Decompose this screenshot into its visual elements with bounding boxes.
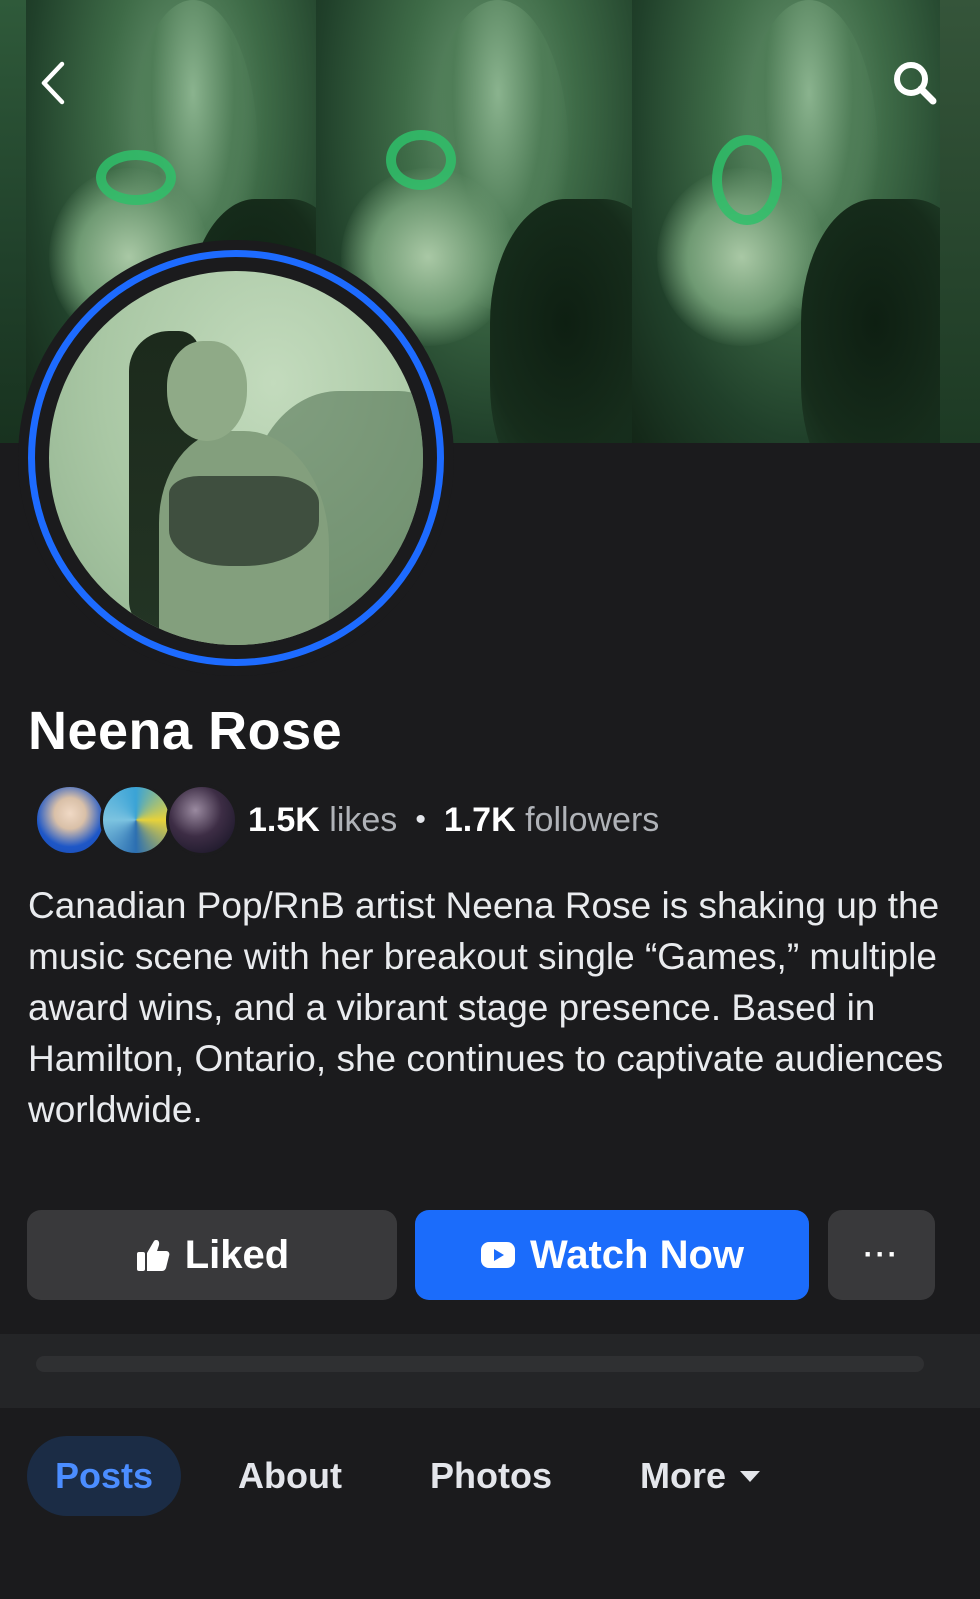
page-stats[interactable]: 1.5K likes • 1.7K followers [34,782,659,858]
section-divider [0,1334,980,1408]
stats-text: 1.5K likes • 1.7K followers [248,801,659,840]
caret-down-icon [740,1470,761,1482]
page-title: Neena Rose [28,701,343,761]
friend-avatar [34,784,106,856]
avatar [49,271,423,645]
profile-page: Neena Rose 1.5K likes • 1.7K followers C… [0,0,980,1599]
more-options-label: ··· [863,1238,900,1271]
followers-count: 1.7K [443,800,516,839]
tab-photos[interactable]: Photos [402,1436,580,1516]
stats-separator: • [415,803,426,836]
friend-avatar [100,784,172,856]
story-ring [28,250,444,666]
tab-posts[interactable]: Posts [27,1436,182,1516]
likes-count: 1.5K [248,800,320,839]
profile-picture[interactable] [18,240,454,676]
friend-avatar [166,784,238,856]
liked-label: Liked [184,1232,290,1277]
watch-now-button[interactable]: Watch Now [415,1210,809,1300]
friends-who-like[interactable] [34,782,240,858]
chevron-left-icon [41,61,65,105]
back-button[interactable] [28,58,78,108]
search-icon [894,62,937,105]
tab-more[interactable]: More [612,1436,788,1516]
liked-button[interactable]: Liked [27,1210,397,1300]
page-bio: Canadian Pop/RnB artist Neena Rose is sh… [28,885,944,1130]
watch-now-label: Watch Now [529,1232,745,1277]
likes-label: likes [329,800,398,839]
search-button[interactable] [890,58,940,108]
more-options-button[interactable]: ··· [828,1210,935,1300]
profile-tabs: Posts About Photos More [0,1408,980,1599]
thumbs-up-icon [135,1237,171,1273]
tab-about[interactable]: About [210,1436,370,1516]
play-video-icon [480,1241,516,1269]
followers-label: followers [525,800,660,839]
